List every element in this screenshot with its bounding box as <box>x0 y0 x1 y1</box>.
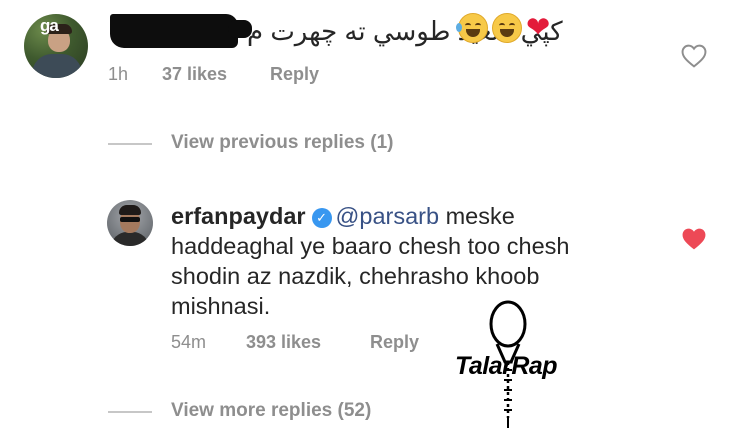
comment-time: 1h <box>108 64 129 84</box>
view-previous-replies-link[interactable]: View previous replies (1) <box>171 132 393 154</box>
verified-badge-icon: ✓ <box>311 208 332 228</box>
reply-button[interactable]: Reply <box>370 332 419 353</box>
mention-link[interactable]: @parsarb <box>336 203 440 229</box>
reply-username[interactable]: erfanpaydar <box>171 203 306 229</box>
liked-heart-icon[interactable] <box>680 227 708 251</box>
laughing-emoji <box>492 13 522 43</box>
avatar-figure-sunglasses <box>120 217 140 222</box>
like-heart-icon[interactable] <box>680 44 708 68</box>
replies-divider <box>108 143 152 145</box>
avatar-badge-text: ga <box>40 16 59 35</box>
avatar-figure-body <box>111 232 149 246</box>
view-more-replies-link[interactable]: View more replies (52) <box>171 400 371 422</box>
replies-divider <box>108 411 152 413</box>
comment-emojis: ❤ <box>456 12 551 44</box>
redacted-username <box>110 14 238 48</box>
tears-of-joy-emoji <box>456 13 488 43</box>
comment-likes[interactable]: 37 likes <box>162 64 227 85</box>
reply-time: 54m <box>171 332 207 352</box>
commenter-avatar[interactable]: ga <box>24 14 88 78</box>
reply-likes[interactable]: 393 likes <box>246 332 321 353</box>
watermark-logo-text: TalarRap <box>455 352 558 380</box>
avatar-figure-body <box>32 54 82 78</box>
reply-button[interactable]: Reply <box>270 64 319 85</box>
red-heart-emoji: ❤ <box>526 12 551 44</box>
reply-avatar[interactable] <box>107 200 153 246</box>
avatar-figure-hair <box>119 205 141 215</box>
